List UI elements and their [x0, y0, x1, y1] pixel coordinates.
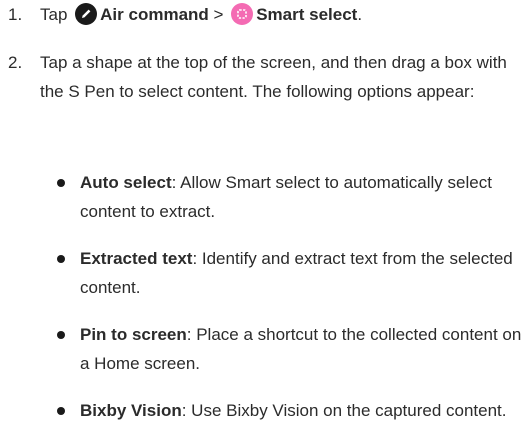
list-item-text: Extracted text: Identify and extract tex… [80, 244, 530, 302]
option-title: Pin to screen [80, 325, 187, 344]
bullet-dot [57, 407, 65, 415]
bullet-dot [57, 331, 65, 339]
step-number: 1. [8, 5, 23, 24]
air-command-label: Air command [100, 5, 209, 24]
step-number: 2. [8, 53, 23, 72]
pen-icon [75, 3, 98, 25]
bullet-dot [57, 179, 65, 187]
instructions-page: 1. Tap Air command > Smart select. 2. Ta… [0, 0, 530, 423]
option-title: Auto select [80, 173, 172, 192]
list-item-pin-to-screen: Pin to screen: Place a shortcut to the c… [0, 320, 530, 378]
list-item-text: Bixby Vision: Use Bixby Vision on the ca… [80, 396, 530, 425]
list-item-text: Auto select: Allow Smart select to autom… [80, 168, 530, 226]
list-item-auto-select: Auto select: Allow Smart select to autom… [0, 168, 530, 226]
option-title: Bixby Vision [80, 401, 182, 420]
option-description: : Use Bixby Vision on the captured conte… [181, 401, 507, 420]
option-title: Extracted text [80, 249, 193, 268]
list-item-extracted-text: Extracted text: Identify and extract tex… [0, 244, 530, 302]
list-item-text: Pin to screen: Place a shortcut to the c… [80, 320, 530, 378]
step-text: Tap a shape at the top of the screen, an… [40, 53, 507, 101]
step-prefix: Tap [40, 5, 68, 24]
separator: > [213, 5, 224, 24]
bullet-dot [57, 255, 65, 263]
options-list: Auto select: Allow Smart select to autom… [0, 168, 530, 443]
list-item-bixby-vision: Bixby Vision: Use Bixby Vision on the ca… [0, 396, 530, 425]
smart-select-icon [231, 3, 254, 25]
step-suffix: . [357, 5, 363, 24]
step-body: Tap Air command > Smart select. [40, 0, 362, 29]
smart-select-label: Smart select [256, 5, 358, 24]
